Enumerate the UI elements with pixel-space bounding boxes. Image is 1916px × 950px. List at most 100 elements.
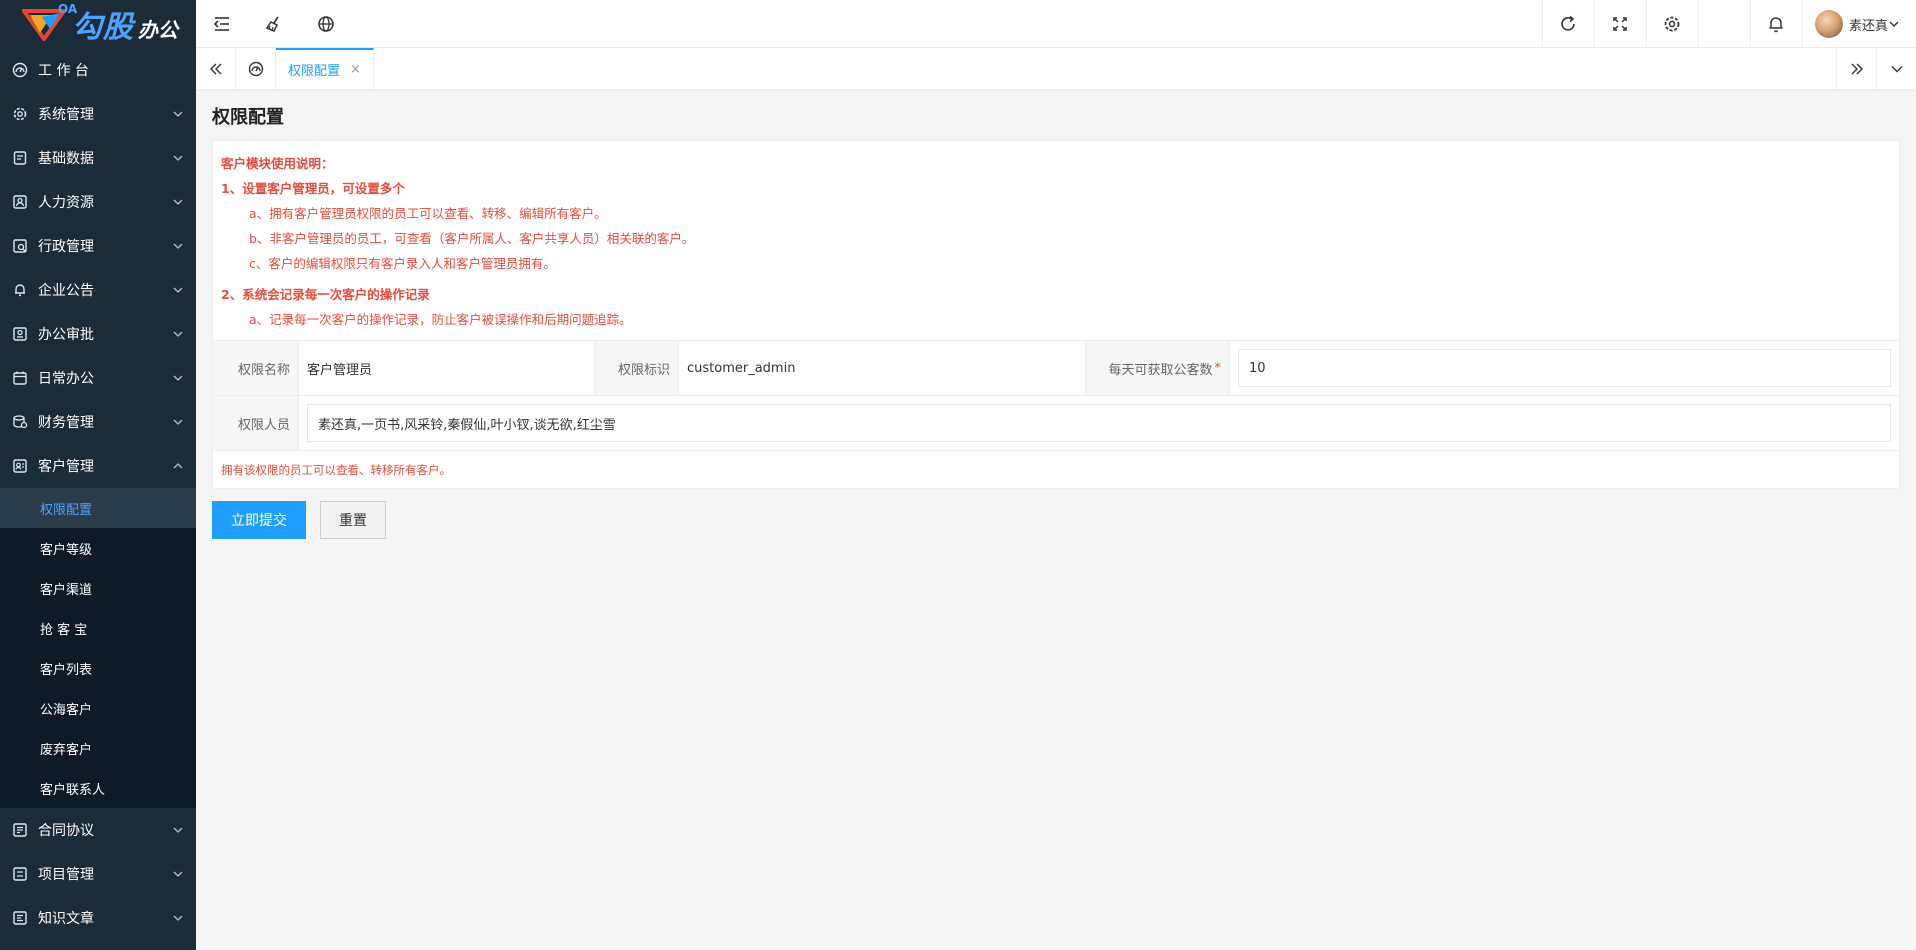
double-chevron-right-icon bbox=[1851, 63, 1863, 74]
customer-icon bbox=[12, 458, 28, 474]
dashboard-icon bbox=[248, 61, 263, 76]
sidebar-item-label: 办公审批 bbox=[38, 327, 94, 343]
submenu-item-sea[interactable]: 公海客户 bbox=[0, 688, 196, 728]
calendar-icon bbox=[12, 370, 28, 386]
sidebar-item-contract[interactable]: 合同协议 bbox=[0, 808, 196, 852]
submenu-item-channel[interactable]: 客户渠道 bbox=[0, 568, 196, 608]
sidebar-item-label: 系统管理 bbox=[38, 107, 94, 123]
refresh-button[interactable] bbox=[1541, 0, 1594, 48]
tab-permission-config[interactable]: 权限配置 × bbox=[276, 48, 374, 89]
bell-icon bbox=[12, 282, 28, 298]
settings-button[interactable] bbox=[1645, 0, 1698, 48]
chevron-down-icon bbox=[172, 196, 184, 208]
chevron-down-icon bbox=[172, 240, 184, 252]
permission-name-value: 客户管理员 bbox=[299, 341, 595, 395]
sidebar-item-label: 行政管理 bbox=[38, 239, 94, 255]
refresh-icon bbox=[1561, 15, 1576, 31]
notice-heading: 客户模块使用说明： bbox=[221, 156, 334, 171]
chevron-down-icon bbox=[172, 328, 184, 340]
chevron-down-icon bbox=[1889, 21, 1899, 27]
submenu-item-contacts[interactable]: 客户联系人 bbox=[0, 768, 196, 808]
notice-point-1: 1、设置客户管理员，可设置多个 bbox=[221, 181, 405, 196]
page-title: 权限配置 bbox=[212, 107, 284, 128]
article-icon bbox=[12, 910, 28, 926]
double-chevron-left-icon bbox=[209, 63, 221, 74]
form-row-1: 权限名称 客户管理员 权限标识 customer_admin 每天可获取公客数 * bbox=[213, 340, 1899, 395]
user-name: 素还真 bbox=[1848, 18, 1888, 34]
sidebar-item-label: 客户管理 bbox=[38, 459, 94, 475]
chevron-down-icon bbox=[172, 152, 184, 164]
daily-quota-label-text: 每天可获取公客数 bbox=[1108, 362, 1213, 378]
user-menu[interactable]: 素还真 bbox=[1801, 0, 1916, 48]
sidebar-item-project[interactable]: 项目管理 bbox=[0, 852, 196, 896]
collapse-menu-button[interactable] bbox=[196, 0, 248, 48]
tabs-dropdown-button[interactable] bbox=[1876, 48, 1916, 89]
form-actions: 立即提交 重置 bbox=[212, 501, 1900, 539]
sidebar-item-system[interactable]: 系统管理 bbox=[0, 92, 196, 136]
submenu-item-grab[interactable]: 抢 客 宝 bbox=[0, 608, 196, 648]
form-row-2: 权限人员 bbox=[213, 395, 1899, 450]
sidebar-item-label: 项目管理 bbox=[38, 867, 94, 883]
chevron-up-icon bbox=[172, 460, 184, 472]
user-card-icon bbox=[12, 194, 28, 210]
sidebar-item-approval[interactable]: 办公审批 bbox=[0, 312, 196, 356]
submenu-item-discarded[interactable]: 废弃客户 bbox=[0, 728, 196, 768]
logo[interactable]: OA 勾股 办公 bbox=[0, 0, 196, 48]
tabs-scroll-right-button[interactable] bbox=[1836, 48, 1876, 89]
sidebar-item-label: 日常办公 bbox=[38, 371, 94, 387]
members-label: 权限人员 bbox=[213, 396, 299, 450]
dashboard-icon bbox=[12, 62, 28, 78]
permission-hint: 拥有该权限的员工可以查看、转移所有客户。 bbox=[213, 450, 1899, 488]
submenu-item-permission[interactable]: 权限配置 bbox=[0, 488, 196, 528]
blank-slot bbox=[1697, 0, 1750, 48]
sidebar-item-daily[interactable]: 日常办公 bbox=[0, 356, 196, 400]
required-mark: * bbox=[1214, 360, 1222, 376]
project-icon bbox=[12, 866, 28, 882]
sidebar-item-notice[interactable]: 企业公告 bbox=[0, 268, 196, 312]
notification-button[interactable] bbox=[1749, 0, 1802, 48]
sidebar-item-article[interactable]: 知识文章 bbox=[0, 896, 196, 940]
sidebar-item-label: 财务管理 bbox=[38, 415, 94, 431]
website-button[interactable] bbox=[300, 0, 352, 48]
customer-submenu: 权限配置 客户等级 客户渠道 抢 客 宝 客户列表 公海客户 废弃客户 客户联系… bbox=[0, 488, 196, 808]
submit-button[interactable]: 立即提交 bbox=[212, 501, 306, 539]
finance-icon bbox=[12, 414, 28, 430]
close-icon[interactable]: × bbox=[350, 62, 361, 77]
sidebar-item-customer[interactable]: 客户管理 bbox=[0, 444, 196, 488]
chevron-down-icon bbox=[172, 372, 184, 384]
broom-icon bbox=[265, 16, 279, 32]
bell-icon bbox=[1769, 17, 1783, 33]
sidebar-item-label: 工 作 台 bbox=[38, 63, 89, 79]
sidebar-item-basedata[interactable]: 基础数据 bbox=[0, 136, 196, 180]
fullscreen-button[interactable] bbox=[1593, 0, 1646, 48]
sidebar-item-dashboard[interactable]: 工 作 台 bbox=[0, 48, 196, 92]
chevron-down-icon bbox=[172, 284, 184, 296]
members-input[interactable] bbox=[307, 404, 1891, 442]
logo-small-text: OA bbox=[58, 2, 78, 16]
sidebar-item-hr[interactable]: 人力资源 bbox=[0, 180, 196, 224]
permission-card: 客户模块使用说明： 1、设置客户管理员，可设置多个 a、拥有客户管理员权限的员工… bbox=[212, 140, 1900, 489]
top-bar: 素还真 bbox=[196, 0, 1916, 48]
chevron-down-icon bbox=[172, 108, 184, 120]
sidebar-item-label: 知识文章 bbox=[38, 911, 94, 927]
submenu-item-list[interactable]: 客户列表 bbox=[0, 648, 196, 688]
chevron-down-icon bbox=[172, 912, 184, 924]
sidebar-item-finance[interactable]: 财务管理 bbox=[0, 400, 196, 444]
tabs-scroll-left-button[interactable] bbox=[196, 48, 236, 89]
chevron-down-icon bbox=[172, 416, 184, 428]
approval-icon bbox=[12, 326, 28, 342]
tab-home[interactable] bbox=[236, 48, 276, 89]
chevron-down-icon bbox=[172, 868, 184, 880]
reset-button[interactable]: 重置 bbox=[320, 501, 386, 539]
notice-point-1c: c、客户的编辑权限只有客户录入人和客户管理员拥有。 bbox=[249, 256, 556, 271]
gear-icon bbox=[12, 106, 28, 122]
permission-name-label: 权限名称 bbox=[213, 341, 299, 395]
sidebar-item-label: 合同协议 bbox=[38, 823, 94, 839]
clear-cache-button[interactable] bbox=[248, 0, 300, 48]
notice-point-2: 2、系统会记录每一次客户的操作记录 bbox=[221, 287, 430, 302]
sidebar-item-admin[interactable]: 行政管理 bbox=[0, 224, 196, 268]
daily-quota-input[interactable] bbox=[1238, 349, 1891, 387]
submenu-item-level[interactable]: 客户等级 bbox=[0, 528, 196, 568]
tab-bar: 权限配置 × bbox=[196, 48, 1916, 90]
members-cell bbox=[299, 396, 1899, 450]
